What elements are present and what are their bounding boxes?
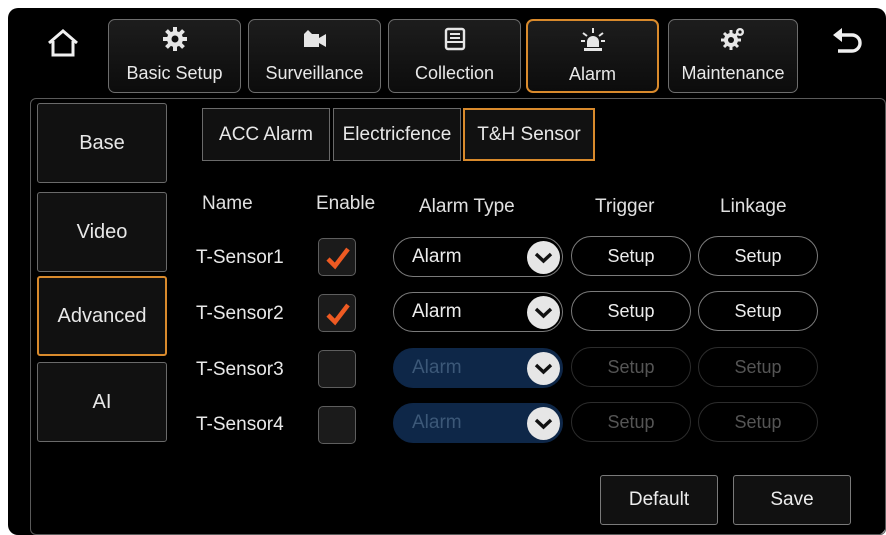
chevron-down-icon [527,352,560,385]
trigger-setup-button[interactable]: Setup [571,236,691,276]
save-button[interactable]: Save [733,475,851,525]
default-button[interactable]: Default [600,475,718,525]
tab-label: Maintenance [681,63,785,83]
sensor-name: T-Sensor2 [196,303,284,324]
sensor-name: T-Sensor1 [196,247,284,268]
trigger-setup-button[interactable]: Setup [571,291,691,331]
column-header-enable: Enable [316,193,376,214]
sensor-name: T-Sensor4 [196,414,284,435]
tab-maintenance[interactable]: Maintenance [668,19,798,93]
select-value: Alarm [412,357,462,378]
home-button[interactable] [46,28,80,58]
tab-alarm[interactable]: Alarm [526,19,659,93]
enable-checkbox[interactable] [318,350,356,388]
sensor-name: T-Sensor3 [196,359,284,380]
tab-collection[interactable]: Collection [388,19,521,93]
back-button[interactable] [830,26,864,60]
column-header-linkage: Linkage [720,196,787,217]
tab-label: Collection [414,63,495,83]
maintenance-gears-icon [721,28,744,50]
subtab-th-sensor[interactable]: T&H Sensor [463,108,595,161]
checkmark-icon [326,247,350,270]
sidebar-item-base[interactable]: Base [37,103,167,183]
alarm-type-select[interactable]: Alarm [393,403,563,443]
select-value: Alarm [412,412,462,433]
chevron-down-icon [527,407,560,440]
tab-label: Surveillance [265,63,364,83]
linkage-setup-button[interactable]: Setup [698,291,818,331]
collection-icon [444,27,465,51]
checkmark-icon [326,303,350,326]
alarm-type-select[interactable]: Alarm [393,348,563,388]
subtab-electricfence[interactable]: Electricfence [333,108,461,161]
chevron-down-icon [527,241,560,274]
column-header-name: Name [202,193,253,214]
camera-icon [303,30,326,47]
chevron-down-icon [527,296,560,329]
tab-surveillance[interactable]: Surveillance [248,19,381,93]
linkage-setup-button[interactable]: Setup [698,347,818,387]
alarm-type-select[interactable]: Alarm [393,292,563,332]
sidebar-item-video[interactable]: Video [37,192,167,272]
select-value: Alarm [412,246,462,267]
gear-icon [162,27,187,51]
alarm-light-icon [580,28,605,51]
tab-basic-setup[interactable]: Basic Setup [108,19,241,93]
column-header-trigger: Trigger [595,196,655,217]
sidebar-item-ai[interactable]: AI [37,362,167,442]
trigger-setup-button[interactable]: Setup [571,347,691,387]
tab-label: Alarm [568,64,616,84]
home-icon [48,29,78,57]
select-value: Alarm [412,301,462,322]
enable-checkbox[interactable] [318,294,356,332]
trigger-setup-button[interactable]: Setup [571,402,691,442]
back-arrow-icon [833,28,862,53]
subtab-acc-alarm[interactable]: ACC Alarm [202,108,330,161]
sidebar-item-advanced[interactable]: Advanced [37,276,167,356]
linkage-setup-button[interactable]: Setup [698,236,818,276]
linkage-setup-button[interactable]: Setup [698,402,818,442]
alarm-type-select[interactable]: Alarm [393,237,563,277]
enable-checkbox[interactable] [318,238,356,276]
tab-label: Basic Setup [126,63,223,83]
column-header-alarm-type: Alarm Type [419,196,515,217]
enable-checkbox[interactable] [318,406,356,444]
